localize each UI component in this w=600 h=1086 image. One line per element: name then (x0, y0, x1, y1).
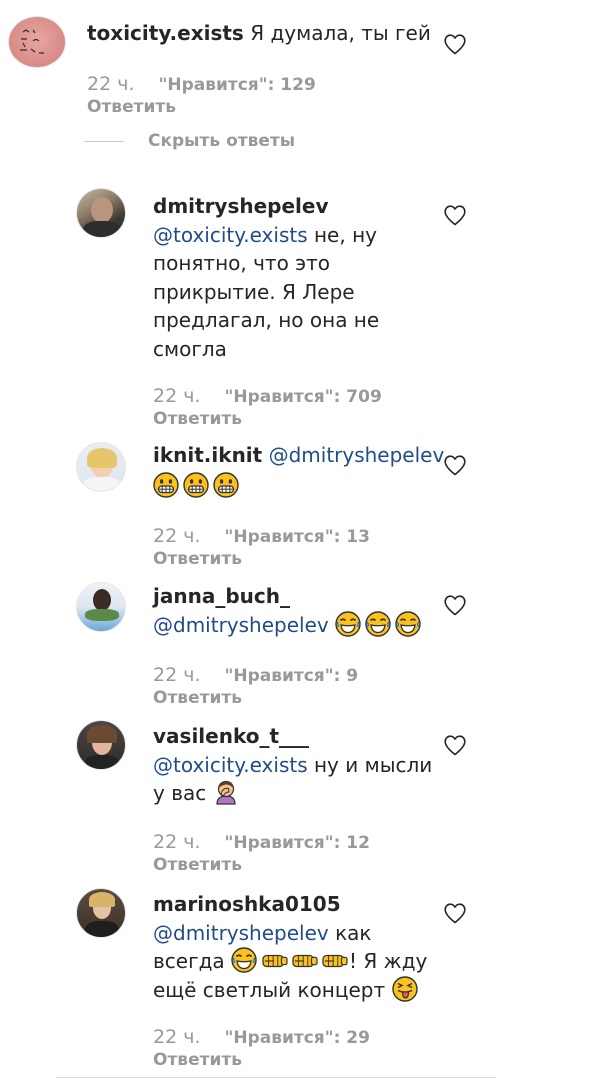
timestamp[interactable]: 22 ч. (153, 831, 200, 853)
avatar[interactable] (8, 16, 66, 68)
like-heart-icon[interactable] (443, 902, 467, 924)
avatar[interactable] (76, 888, 126, 938)
grinning-face-emoji (213, 472, 239, 498)
likes-count[interactable]: "Нравится": 12 (224, 833, 369, 853)
like-heart-icon[interactable] (443, 454, 467, 476)
comment-text: janna_buch_ @dmitryshepelev (153, 582, 453, 639)
comment-text: dmitryshepelev @toxicity.exists не, ну п… (153, 192, 383, 363)
reply-button[interactable]: Ответить (87, 97, 176, 117)
hide-replies-toggle[interactable]: Скрыть ответы (84, 130, 295, 152)
mention-link[interactable]: @dmitryshepelev (153, 921, 329, 945)
reply-button[interactable]: Ответить (153, 549, 242, 569)
bottom-divider (56, 1077, 496, 1078)
mention-link[interactable]: @dmitryshepelev (153, 613, 329, 637)
comment-toxicity: toxicity.exists Я думала, ты гей 22 ч. "Н… (0, 0, 600, 130)
comment-meta: 22 ч. "Нравится": 12 (153, 830, 370, 854)
reply-button[interactable]: Ответить (153, 409, 242, 429)
divider-line (84, 140, 124, 142)
avatar[interactable] (76, 720, 126, 770)
mention-link[interactable]: @toxicity.exists (153, 223, 308, 247)
hide-replies-label[interactable]: Скрыть ответы (148, 131, 295, 151)
like-heart-icon[interactable] (443, 734, 467, 756)
timestamp[interactable]: 22 ч. (153, 385, 200, 407)
facepalm-emoji (213, 779, 239, 805)
like-heart-icon[interactable] (443, 594, 467, 616)
like-heart-icon[interactable] (443, 33, 467, 55)
timestamp[interactable]: 22 ч. (153, 1026, 200, 1048)
reply-button[interactable]: Ответить (153, 855, 242, 875)
timestamp[interactable]: 22 ч. (87, 73, 134, 95)
timestamp[interactable]: 22 ч. (153, 525, 200, 547)
like-heart-icon[interactable] (443, 204, 467, 226)
fist-bump-emoji (291, 949, 319, 973)
mention-link[interactable]: @dmitryshepelev (269, 443, 445, 467)
comment-text: iknit.iknit @dmitryshepelev (153, 441, 453, 504)
fist-bump-emoji (261, 949, 289, 973)
timestamp[interactable]: 22 ч. (153, 664, 200, 686)
comment-meta: 22 ч. "Нравится": 29 (153, 1025, 370, 1049)
reply-button[interactable]: Ответить (153, 1050, 242, 1070)
avatar[interactable] (76, 582, 126, 632)
likes-count[interactable]: "Нравится": 709 (224, 387, 381, 407)
likes-count[interactable]: "Нравится": 9 (224, 666, 358, 686)
username[interactable]: iknit.iknit (153, 443, 262, 467)
comment-body: Я думала, ты гей (250, 21, 431, 45)
comment-text: vasilenko_t___ @toxicity.exists ну и мыс… (153, 722, 443, 808)
likes-count[interactable]: "Нравится": 129 (158, 75, 315, 95)
tears-of-joy-emoji (335, 611, 361, 637)
grinning-face-emoji (153, 472, 179, 498)
comment-meta: 22 ч. "Нравится": 13 (153, 524, 370, 548)
comment-meta: 22 ч. "Нравится": 709 (153, 384, 382, 408)
squinting-tongue-emoji (392, 976, 418, 1002)
comment-meta: 22 ч. "Нравится": 129 (87, 72, 316, 96)
fist-bump-emoji (321, 949, 349, 973)
avatar[interactable] (76, 188, 126, 238)
likes-count[interactable]: "Нравится": 29 (224, 1028, 369, 1048)
comment-text: marinoshka0105 @dmitryshepelev как всегд… (153, 890, 443, 1004)
username[interactable]: janna_buch_ (153, 582, 453, 611)
grinning-face-emoji (183, 472, 209, 498)
tears-of-joy-emoji (231, 947, 257, 973)
mention-link[interactable]: @toxicity.exists (153, 753, 308, 777)
comment-text: toxicity.exists Я думала, ты гей (87, 19, 437, 48)
reply-button[interactable]: Ответить (153, 688, 242, 708)
likes-count[interactable]: "Нравится": 13 (224, 527, 369, 547)
username[interactable]: toxicity.exists (87, 21, 244, 45)
tears-of-joy-emoji (395, 611, 421, 637)
tears-of-joy-emoji (365, 611, 391, 637)
username[interactable]: dmitryshepelev (153, 192, 383, 221)
username[interactable]: marinoshka0105 (153, 890, 443, 919)
avatar[interactable] (76, 442, 126, 492)
username[interactable]: vasilenko_t___ (153, 722, 443, 751)
comment-meta: 22 ч. "Нравится": 9 (153, 663, 358, 687)
